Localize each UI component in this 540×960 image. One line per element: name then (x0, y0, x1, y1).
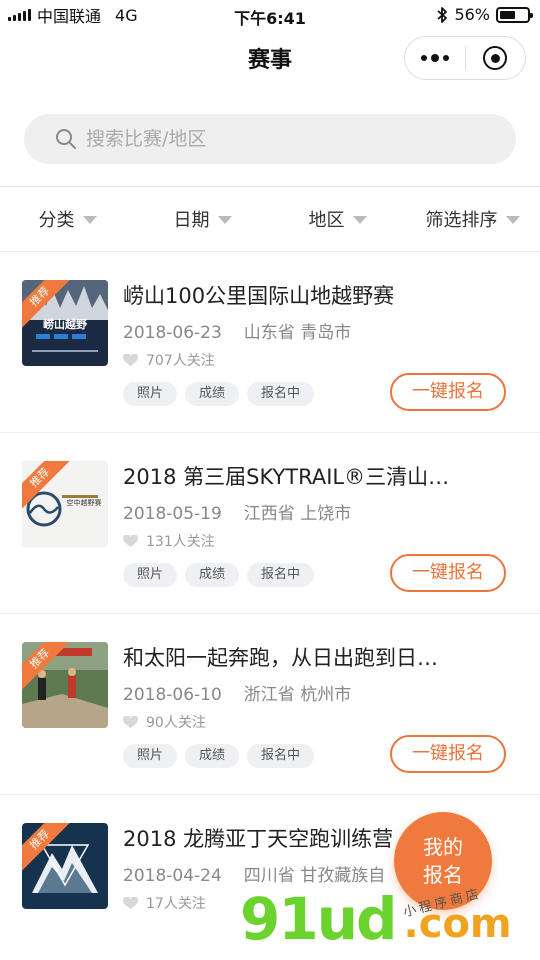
filter-sort[interactable]: 筛选排序 (405, 187, 540, 251)
event-title: 2018 第三届SKYTRAIL®三清山… (123, 465, 450, 489)
event-follows: 17人关注 (123, 893, 206, 913)
battery-fill (500, 10, 515, 19)
dropdown-arrow-icon (217, 216, 232, 224)
tag-photos[interactable]: 照片 (123, 744, 178, 768)
filter-label: 筛选排序 (425, 210, 498, 231)
status-bar: 中国联通 4G 下午6:41 56% (0, 0, 540, 30)
miniprogram-capsule (404, 36, 526, 80)
signal-icon (8, 9, 31, 21)
tag-photos[interactable]: 照片 (123, 563, 178, 587)
dropdown-arrow-icon (352, 216, 367, 224)
search-bar[interactable] (24, 114, 516, 164)
event-location: 江西省 上饶市 (243, 504, 352, 524)
tag-results[interactable]: 成绩 (185, 563, 240, 587)
event-thumbnail: 推荐 (22, 642, 108, 728)
fab-label-line1: 我的 (423, 835, 463, 859)
follow-count: 131人关注 (146, 534, 215, 550)
event-thumbnail: 空中越野赛 推荐 (22, 461, 108, 547)
event-tags: 照片 成绩 报名中 (123, 382, 315, 406)
search-icon (56, 129, 76, 149)
event-title: 和太阳一起奔跑，从日出跑到日… (123, 646, 438, 670)
search-input[interactable] (86, 128, 466, 150)
nav-bar: 赛事 (0, 30, 540, 86)
carrier-name: 中国联通 (37, 7, 102, 26)
event-date: 2018-04-24 (123, 866, 222, 886)
watermark-main: 91ud (240, 885, 398, 953)
heart-icon (123, 715, 138, 728)
battery-percent: 56% (454, 5, 490, 24)
heart-icon (123, 896, 138, 909)
filter-label: 分类 (38, 210, 75, 231)
event-meta: 2018-06-10 浙江省 杭州市 (123, 680, 351, 705)
heart-icon (123, 534, 138, 547)
tag-registering: 报名中 (247, 382, 315, 406)
follow-count: 90人关注 (146, 715, 206, 731)
dropdown-arrow-icon (82, 216, 97, 224)
tag-results[interactable]: 成绩 (185, 744, 240, 768)
filter-bar: 分类 日期 地区 筛选排序 (0, 187, 540, 251)
more-button[interactable] (405, 37, 465, 79)
follow-count: 17人关注 (146, 896, 206, 912)
filter-label: 地区 (308, 210, 345, 231)
filter-category[interactable]: 分类 (0, 187, 135, 251)
fab-label-line2: 报名 (423, 863, 463, 887)
event-location: 浙江省 杭州市 (243, 685, 352, 705)
event-meta: 2018-05-19 江西省 上饶市 (123, 499, 351, 524)
event-card[interactable]: 空中越野赛 推荐 2018 第三届SKYTRAIL®三清山… 2018-05-1… (0, 433, 540, 614)
tag-photos[interactable]: 照片 (123, 382, 178, 406)
event-location: 山东省 青岛市 (243, 323, 352, 343)
event-follows: 131人关注 (123, 531, 215, 551)
tag-results[interactable]: 成绩 (185, 382, 240, 406)
heart-icon (123, 353, 138, 366)
battery-icon (496, 6, 533, 23)
event-card[interactable]: 推荐 和太阳一起奔跑，从日出跑到日… 2018-06-10 浙江省 杭州市 90人… (0, 614, 540, 795)
event-thumbnail: 推荐 (22, 823, 108, 909)
filter-label: 日期 (173, 210, 210, 231)
dropdown-arrow-icon (505, 216, 520, 224)
event-tags: 照片 成绩 报名中 (123, 563, 315, 587)
tag-registering: 报名中 (247, 744, 315, 768)
filter-date[interactable]: 日期 (135, 187, 270, 251)
event-meta: 2018-06-23 山东省 青岛市 (123, 318, 351, 343)
event-title: 崂山100公里国际山地越野赛 (123, 284, 395, 308)
event-location: 四川省 甘孜藏族自 (243, 866, 386, 886)
register-button[interactable]: 一键报名 (390, 373, 506, 411)
more-dots-icon (420, 54, 449, 62)
register-button[interactable]: 一键报名 (390, 735, 506, 773)
register-button[interactable]: 一键报名 (390, 554, 506, 592)
follow-count: 707人关注 (146, 353, 215, 369)
event-date: 2018-06-10 (123, 685, 222, 705)
thumbnail-caption: 崂山越野 (43, 318, 87, 331)
close-miniprogram-button[interactable] (466, 37, 526, 79)
event-date: 2018-05-19 (123, 504, 222, 524)
bluetooth-icon (437, 6, 448, 23)
event-thumbnail: 崂山越野 推荐 (22, 280, 108, 366)
filter-region[interactable]: 地区 (270, 187, 405, 251)
target-icon (483, 46, 508, 70)
network-type: 4G (115, 5, 138, 25)
event-meta: 2018-04-24 四川省 甘孜藏族自 (123, 861, 385, 886)
event-follows: 90人关注 (123, 712, 206, 732)
tag-registering: 报名中 (247, 563, 315, 587)
event-card[interactable]: 崂山越野 推荐 崂山100公里国际山地越野赛 2018-06-23 山东省 青岛市… (0, 252, 540, 433)
event-tags: 照片 成绩 报名中 (123, 744, 315, 768)
event-follows: 707人关注 (123, 350, 215, 370)
thumbnail-caption: 空中越野赛 (66, 499, 102, 507)
event-date: 2018-06-23 (123, 323, 222, 343)
